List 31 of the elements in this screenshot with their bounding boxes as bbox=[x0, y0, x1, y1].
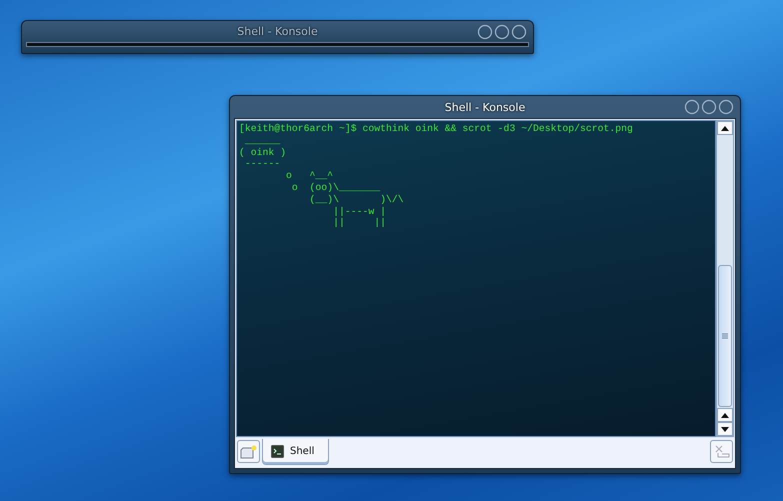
scrollbar-thumb[interactable] bbox=[718, 265, 732, 407]
scroll-up-button[interactable] bbox=[717, 408, 733, 422]
window-button-icon[interactable] bbox=[477, 24, 493, 40]
close-tab-icon bbox=[713, 444, 730, 459]
terminal-line: o (oo)\_______ bbox=[290, 182, 382, 194]
terminal-line: ______ bbox=[244, 134, 282, 147]
up-arrow-icon bbox=[721, 126, 729, 130]
down-arrow-icon bbox=[721, 426, 729, 432]
window-button-icon[interactable] bbox=[511, 24, 527, 40]
terminal-line: ------ bbox=[244, 158, 282, 170]
new-tab-icon bbox=[240, 444, 257, 458]
terminal-line: || || bbox=[332, 217, 387, 230]
window-button-icon[interactable] bbox=[701, 99, 717, 115]
terminal-line: [keith@thor6arch ~]$ cowthink oink && scrot -d3 ~/Desktop/scrot.png bbox=[239, 123, 634, 135]
terminal-line: ||----w | bbox=[332, 206, 387, 218]
new-tab-button[interactable] bbox=[237, 440, 260, 463]
terminal-icon bbox=[271, 445, 284, 458]
terminal-line: ( oink ) bbox=[239, 146, 288, 158]
terminal-line: o ^__^ bbox=[285, 170, 334, 182]
up-arrow-icon bbox=[721, 412, 729, 418]
scrollbar[interactable] bbox=[716, 120, 734, 437]
terminal-line: (__)\ )\/\ bbox=[308, 194, 405, 206]
scroll-up-button[interactable] bbox=[717, 121, 733, 135]
tab[interactable]: Shell bbox=[262, 439, 330, 465]
scroll-down-button[interactable] bbox=[717, 422, 733, 436]
grip-icon bbox=[722, 333, 728, 339]
window-title: Shell - Konsole bbox=[444, 100, 526, 114]
window-title: Shell - Konsole bbox=[237, 25, 318, 38]
window-button-icon[interactable] bbox=[718, 99, 734, 115]
window-button-icon[interactable] bbox=[494, 24, 510, 40]
window-button-icon[interactable] bbox=[684, 99, 700, 115]
